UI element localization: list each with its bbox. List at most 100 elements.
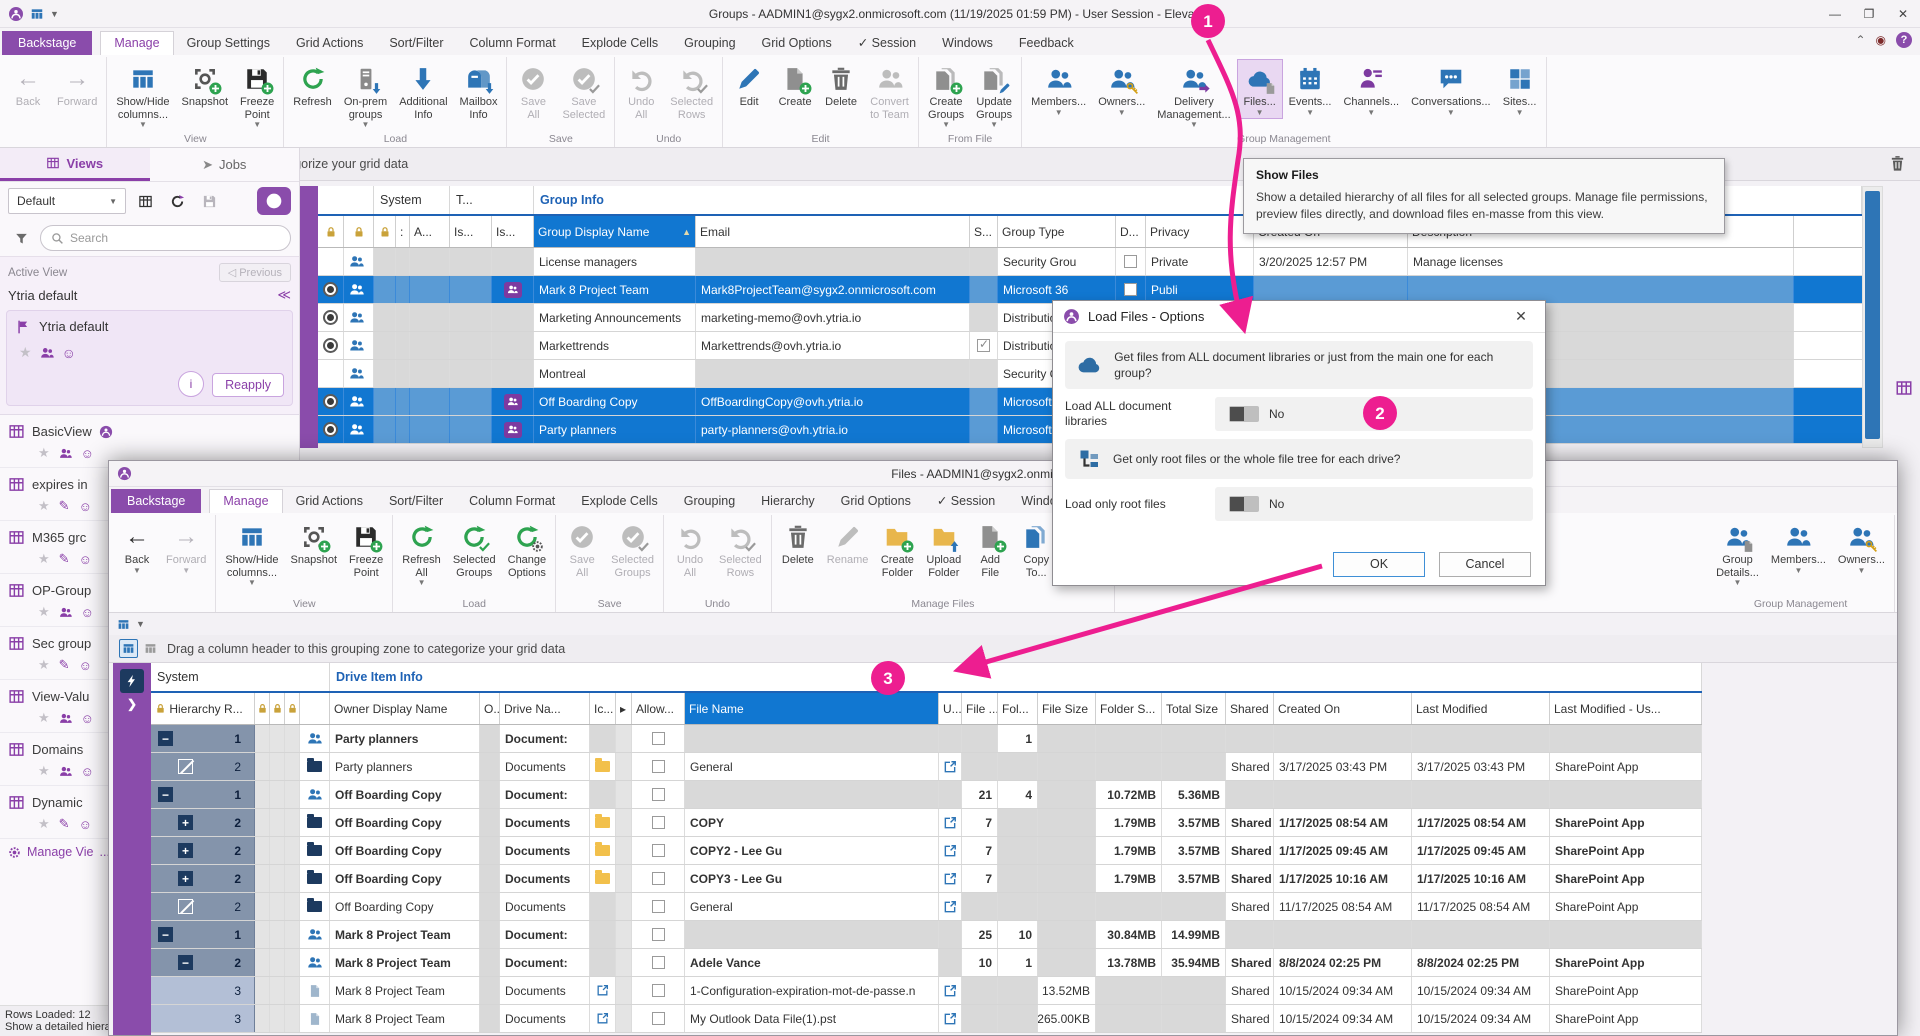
hierarchy-cell[interactable]: 3	[151, 1005, 255, 1032]
shared-cell[interactable]: Shared	[1226, 753, 1274, 780]
column-header-total-size[interactable]: Total Size	[1162, 693, 1226, 724]
file-name-cell[interactable]: My Outlook Data File(1).pst	[685, 1005, 939, 1032]
convert-to-team-button[interactable]: Convert to Team	[864, 59, 915, 123]
shared-cell[interactable]: Shared	[1226, 1005, 1274, 1032]
save-all-button[interactable]: Save All	[559, 517, 605, 581]
selected-groups-button[interactable]: Selected Groups	[605, 517, 660, 581]
column-header-folder-s[interactable]: Folder S...	[1096, 693, 1162, 724]
file-row[interactable]: +2Off Boarding CopyDocumentsCOPY2 - Lee …	[151, 837, 1702, 865]
star-icon[interactable]: ★	[19, 344, 32, 361]
allow-cell[interactable]	[632, 865, 685, 892]
drive-name-cell[interactable]: Documents	[500, 977, 590, 1004]
o-cell[interactable]	[480, 949, 500, 976]
files-count-cell[interactable]: 7	[962, 837, 998, 864]
last-modified-by-cell[interactable]	[1550, 781, 1702, 808]
column-header-lock[interactable]	[344, 216, 374, 247]
folder-size-cell[interactable]: 1.79MB	[1096, 809, 1162, 836]
back-button[interactable]: ←Back	[5, 59, 51, 111]
total-size-cell[interactable]	[1162, 725, 1226, 752]
refresh-button[interactable]: Refresh	[287, 59, 338, 111]
file-row[interactable]: +2Off Boarding CopyDocumentsCOPY71.79MB3…	[151, 809, 1702, 837]
collapse-icon[interactable]: −	[158, 927, 173, 942]
file-name-cell[interactable]: Adele Vance	[685, 949, 939, 976]
upload-folder-button[interactable]: Upload Folder	[920, 517, 967, 581]
last-modified-cell[interactable]: 3/17/2025 03:43 PM	[1412, 753, 1550, 780]
files-count-cell[interactable]	[962, 977, 998, 1004]
hierarchy-cell[interactable]: −1	[151, 781, 255, 808]
column-header-s[interactable]: S...	[970, 216, 998, 247]
column-header-icon[interactable]: ▸	[616, 693, 632, 724]
freeze-point-button[interactable]: Freeze Point	[343, 517, 389, 581]
tab-backstage[interactable]: Backstage	[2, 31, 92, 55]
quick-access-caret-icon[interactable]: ▼	[50, 9, 59, 19]
save-selected-button[interactable]: Save Selected	[556, 59, 611, 123]
last-modified-by-cell[interactable]: SharePoint App	[1550, 893, 1702, 920]
folder-size-cell[interactable]: 30.84MB	[1096, 921, 1162, 948]
leaf-icon[interactable]	[178, 899, 193, 914]
jump-bar-icon[interactable]	[120, 669, 144, 693]
created-on-cell[interactable]: 3/17/2025 03:43 PM	[1274, 753, 1412, 780]
created-on-cell[interactable]: 11/17/2025 08:54 AM	[1274, 893, 1412, 920]
freeze-point-button[interactable]: Freeze Point▼	[234, 59, 280, 131]
tab-explode-cells[interactable]: Explode Cells	[569, 32, 671, 55]
collapse-ribbon-icon[interactable]: ⌃	[1855, 33, 1865, 47]
file-name-cell[interactable]: General	[685, 753, 939, 780]
hierarchy-cell[interactable]: 3	[151, 977, 255, 1004]
created-on-cell[interactable]	[1254, 276, 1408, 303]
last-modified-by-cell[interactable]: SharePoint App	[1550, 753, 1702, 780]
open-link-cell[interactable]	[939, 893, 962, 920]
checkbox-icon[interactable]	[1124, 255, 1137, 268]
last-modified-cell[interactable]: 1/17/2025 09:45 AM	[1412, 837, 1550, 864]
column-header-lock[interactable]	[270, 693, 285, 724]
total-size-cell[interactable]: 3.57MB	[1162, 809, 1226, 836]
last-modified-cell[interactable]: 10/15/2024 09:34 AM	[1412, 1005, 1550, 1032]
file-row[interactable]: 3Mark 8 Project TeamDocumentsMy Outlook …	[151, 1005, 1702, 1033]
email-cell[interactable]: Mark8ProjectTeam@sygx2.onmicrosoft.com	[696, 276, 970, 303]
folder-size-cell[interactable]	[1096, 977, 1162, 1004]
file-name-cell[interactable]	[685, 725, 939, 752]
column-header-created-on[interactable]: Created On	[1274, 693, 1412, 724]
files-count-cell[interactable]: 21	[962, 781, 998, 808]
collapse-icon[interactable]: −	[158, 731, 173, 746]
change-options-button[interactable]: Change Options	[502, 517, 553, 581]
total-size-cell[interactable]: 3.57MB	[1162, 837, 1226, 864]
selected-rows-button[interactable]: Selected Rows	[664, 59, 719, 123]
o-cell[interactable]	[480, 865, 500, 892]
tab-grid-actions[interactable]: Grid Actions	[283, 490, 376, 513]
file-size-cell[interactable]: 265.00KB	[1038, 1005, 1096, 1032]
drive-name-cell[interactable]: Documents	[500, 1005, 590, 1032]
last-modified-by-cell[interactable]: SharePoint App	[1550, 809, 1702, 836]
band-drive-item-info[interactable]: Drive Item Info	[330, 663, 1702, 691]
delete-button[interactable]: Delete	[775, 517, 821, 569]
tab-column-format[interactable]: Column Format	[456, 490, 568, 513]
collapse-icon[interactable]: −	[178, 955, 193, 970]
selected-rows-button[interactable]: Selected Rows	[713, 517, 768, 581]
tab-sort-filter[interactable]: Sort/Filter	[376, 490, 456, 513]
ok-button[interactable]: OK	[1333, 552, 1425, 577]
group-display-name-cell[interactable]: Off Boarding Copy	[534, 388, 696, 415]
save-all-button[interactable]: Save All	[510, 59, 556, 123]
back-button[interactable]: ←Back▼	[114, 517, 160, 577]
file-name-cell[interactable]: 1-Configuration-expiration-mot-de-passe.…	[685, 977, 939, 1004]
o-cell[interactable]	[480, 977, 500, 1004]
folder-size-cell[interactable]: 1.79MB	[1096, 865, 1162, 892]
save-view-icon[interactable]	[196, 188, 222, 214]
folder-size-cell[interactable]	[1096, 753, 1162, 780]
open-link-cell[interactable]	[939, 977, 962, 1004]
mailbox-info-button[interactable]: Mailbox Info	[454, 59, 504, 123]
file-row[interactable]: 2Party plannersDocumentsGeneralShared3/1…	[151, 753, 1702, 781]
o-cell[interactable]	[480, 1005, 500, 1032]
channels-button[interactable]: Channels...▼	[1337, 59, 1405, 119]
tab-session[interactable]: ✓ Session	[924, 489, 1008, 513]
files-count-cell[interactable]: 7	[962, 865, 998, 892]
allow-cell[interactable]	[632, 893, 685, 920]
o-cell[interactable]	[480, 809, 500, 836]
star-icon[interactable]: ★	[38, 498, 50, 514]
shared-cell[interactable]	[1226, 781, 1274, 808]
o-cell[interactable]	[480, 921, 500, 948]
column-header-allow[interactable]: Allow...	[632, 693, 685, 724]
column-header-hierarchy-r[interactable]: Hierarchy R...	[151, 693, 255, 724]
column-header-d[interactable]: D...	[1116, 216, 1146, 247]
checkbox-icon[interactable]	[652, 788, 665, 801]
shared-cell[interactable]	[1226, 921, 1274, 948]
